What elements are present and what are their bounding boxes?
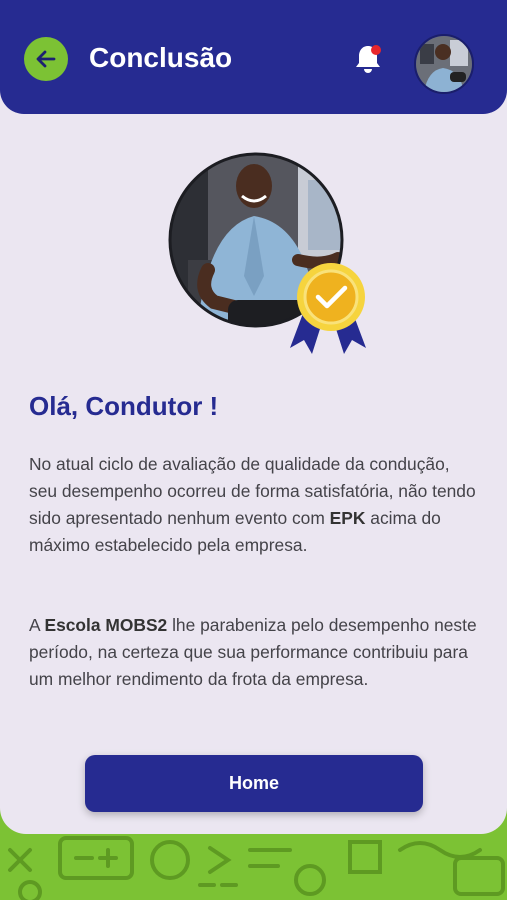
epk-term: EPK (329, 508, 366, 528)
evaluation-paragraph: No atual ciclo de avaliação de qualidade… (29, 454, 476, 555)
arrow-left-icon (36, 50, 56, 68)
page-title: Conclusão (89, 42, 233, 73)
back-button[interactable] (24, 37, 68, 81)
driver-photo-badge (168, 152, 366, 354)
bell-icon[interactable] (352, 42, 384, 76)
school-name: Escola MOBS2 (44, 615, 168, 635)
content-card: Conclusão Olá, Condutor ! No atual ciclo… (0, 0, 507, 834)
app-header: Conclusão (0, 0, 507, 114)
greeting-heading: Olá, Condutor ! (29, 391, 219, 421)
congratulations-paragraph: A Escola MOBS2 lhe parabeniza pelo desem… (29, 615, 477, 689)
notification-dot (371, 45, 381, 55)
home-button[interactable]: Home (85, 755, 423, 812)
user-avatar[interactable] (414, 34, 474, 94)
avatar-photo (416, 36, 472, 92)
